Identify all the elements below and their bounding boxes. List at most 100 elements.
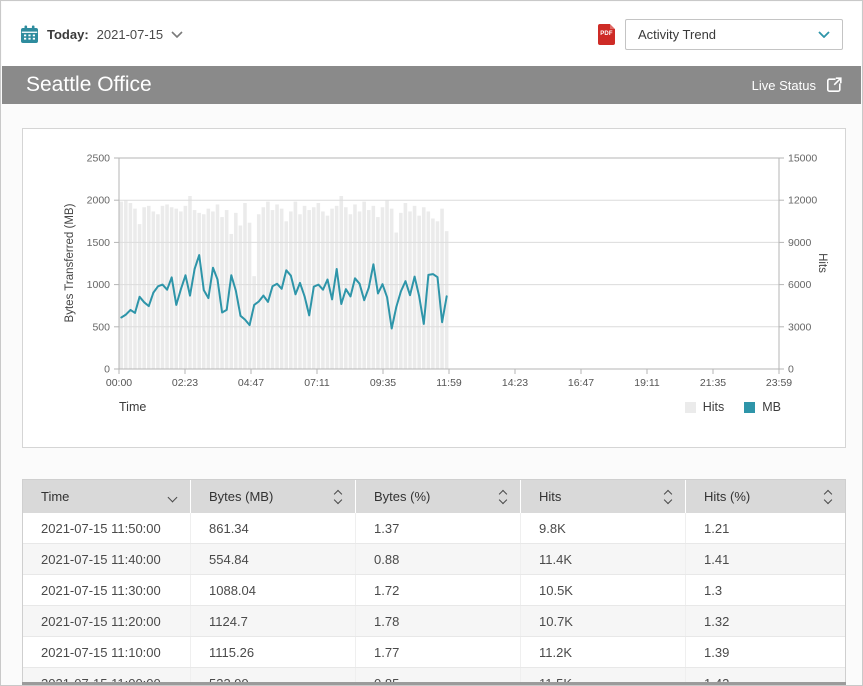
report-type-dropdown[interactable]: Activity Trend [625, 19, 843, 50]
date-picker[interactable]: Today: 2021-07-15 [20, 25, 183, 44]
legend-hits-label: Hits [703, 400, 725, 414]
table-cell: 1.41 [686, 544, 845, 574]
legend-item-mb[interactable]: MB [744, 400, 781, 414]
sort-icon [825, 491, 831, 503]
hits-bar [257, 214, 261, 369]
legend-item-hits[interactable]: Hits [685, 400, 725, 414]
hits-bar [197, 213, 201, 369]
x-tick-label: 11:59 [436, 377, 462, 389]
y-right-tick-label: 15000 [788, 153, 817, 165]
y-right-tick-label: 9000 [788, 237, 812, 249]
table-cell: 861.34 [191, 513, 356, 543]
table-cell: 1.72 [356, 575, 521, 605]
table-header-cell[interactable]: Bytes (%) [356, 480, 521, 513]
table-header-cell[interactable]: Hits [521, 480, 686, 513]
y-right-tick-label: 12000 [788, 195, 817, 207]
table-body: 2021-07-15 11:50:00861.341.379.8K1.21202… [23, 513, 845, 686]
table-header-cell[interactable]: Hits (%) [686, 480, 845, 513]
activity-trend-chart: 0500100015002000250003000600090001200015… [23, 129, 845, 391]
table-cell: 1.39 [686, 637, 845, 667]
hits-bar [275, 204, 279, 369]
hits-bar [248, 223, 252, 369]
hits-bar [339, 196, 343, 369]
table-row: 2021-07-15 11:30:001088.041.7210.5K1.3 [23, 575, 845, 606]
x-tick-label: 09:35 [370, 377, 396, 389]
table-footer-bar [22, 682, 846, 685]
dashboard-page: Today: 2021-07-15 PDF Activity Trend Sea… [0, 0, 863, 686]
hits-bar [142, 207, 146, 369]
hits-bar [284, 221, 288, 369]
table-cell: 2021-07-15 11:30:00 [23, 575, 191, 605]
hits-bar [372, 206, 376, 369]
table-row: 2021-07-15 11:10:001115.261.7711.2K1.39 [23, 637, 845, 668]
y-left-tick-label: 1000 [87, 279, 111, 291]
hits-bar [390, 209, 394, 369]
table-cell: 554.84 [191, 544, 356, 574]
x-tick-label: 16:47 [568, 377, 594, 389]
hits-bar [307, 210, 311, 369]
page-title: Seattle Office [26, 73, 152, 97]
legend-mb-label: MB [762, 400, 781, 414]
table-cell: 1.32 [686, 606, 845, 636]
hits-bar [266, 202, 270, 369]
chevron-down-icon [171, 31, 183, 38]
calendar-icon [20, 25, 39, 44]
live-status-link[interactable]: Live Status [752, 76, 843, 94]
table-cell: 2021-07-15 11:40:00 [23, 544, 191, 574]
column-label: Hits (%) [704, 489, 750, 504]
hits-bar [262, 207, 266, 369]
hits-bar [184, 206, 188, 369]
mb-swatch-icon [744, 402, 755, 413]
table-header-cell[interactable]: Bytes (MB) [191, 480, 356, 513]
external-link-icon [825, 76, 843, 94]
table-cell: 9.8K [521, 513, 686, 543]
y-left-tick-label: 2000 [87, 195, 111, 207]
hits-bar [211, 211, 215, 369]
y-right-axis-title: Hits [816, 253, 828, 273]
table-cell: 1115.26 [191, 637, 356, 667]
page-header: Seattle Office Live Status [2, 66, 861, 104]
selected-date: 2021-07-15 [97, 27, 164, 42]
hits-bar [156, 214, 160, 369]
table-cell: 1.21 [686, 513, 845, 543]
hits-bar [119, 202, 123, 369]
hits-bar [229, 234, 233, 369]
table-cell: 11.4K [521, 544, 686, 574]
y-right-tick-label: 0 [788, 364, 794, 376]
activity-trend-panel: 0500100015002000250003000600090001200015… [22, 128, 846, 448]
table-cell: 1.78 [356, 606, 521, 636]
y-left-tick-label: 0 [104, 364, 110, 376]
hits-bar [252, 276, 256, 369]
y-left-axis-title: Bytes Transferred (MB) [64, 203, 76, 322]
table-header-row: TimeBytes (MB)Bytes (%) Hits Hits (%) [23, 480, 845, 513]
table-row: 2021-07-15 11:40:00554.840.8811.4K1.41 [23, 544, 845, 575]
hits-bar [147, 206, 151, 369]
y-left-tick-label: 1500 [87, 237, 111, 249]
hits-bar [413, 206, 417, 369]
x-tick-label: 19:11 [634, 377, 660, 389]
table-header-cell[interactable]: Time [23, 480, 191, 513]
top-bar: Today: 2021-07-15 PDF Activity Trend [2, 2, 861, 66]
table-cell: 11.2K [521, 637, 686, 667]
hits-bar [193, 210, 197, 369]
hits-bar [225, 210, 229, 369]
hits-bar [174, 209, 178, 369]
hits-swatch-icon [685, 402, 696, 413]
x-tick-label: 07:11 [304, 377, 330, 389]
report-type-value: Activity Trend [638, 27, 716, 42]
table-cell: 0.88 [356, 544, 521, 574]
table-row: 2021-07-15 11:50:00861.341.379.8K1.21 [23, 513, 845, 544]
hits-bar [303, 206, 307, 369]
table-row: 2021-07-15 11:20:001124.71.7810.7K1.32 [23, 606, 845, 637]
hits-bar [129, 203, 133, 369]
table-cell: 2021-07-15 11:50:00 [23, 513, 191, 543]
table-cell: 2021-07-15 11:20:00 [23, 606, 191, 636]
x-tick-label: 02:23 [172, 377, 198, 389]
export-pdf-icon[interactable]: PDF [598, 24, 615, 45]
hits-bar [326, 216, 330, 369]
y-left-tick-label: 500 [92, 321, 110, 333]
column-label: Hits [539, 489, 561, 504]
table-cell: 1088.04 [191, 575, 356, 605]
table-cell: 1.37 [356, 513, 521, 543]
hits-bar [239, 226, 243, 369]
